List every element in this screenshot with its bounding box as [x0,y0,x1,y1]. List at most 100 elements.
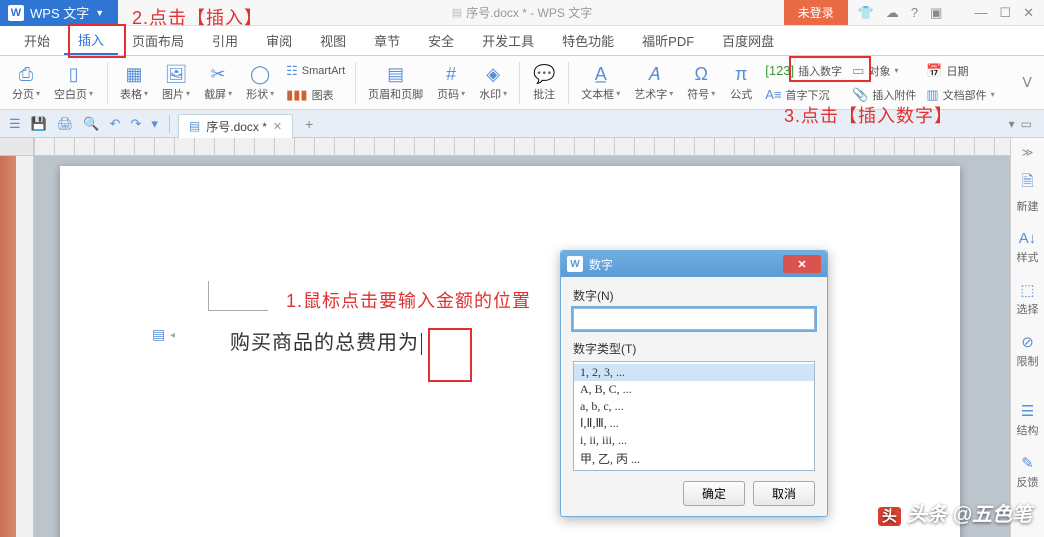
style-icon: A↓ [1019,230,1037,247]
app-name: WPS 文字 [30,3,89,22]
menu-view[interactable]: 视图 [306,25,360,55]
page-number-button[interactable]: #页码▾ [431,59,471,107]
number-input[interactable] [573,308,815,330]
list-item[interactable]: i, ii, iii, ... [574,432,814,449]
blank-page-button[interactable]: ▯空白页▾ [48,59,99,107]
login-button[interactable]: 未登录 [784,0,848,25]
picture-button[interactable]: 🖼图片▾ [156,59,196,107]
sidebar-structure[interactable]: ☰结构 [1011,394,1044,446]
qat-more-icon[interactable]: ▾ [148,116,161,132]
attachment-button[interactable]: 📎插入附件 [848,84,920,106]
restore-icon[interactable]: ▣ [930,5,942,21]
print-icon[interactable]: 🖨 [54,116,77,132]
attachment-icon: 📎 [852,87,868,103]
number-type-list[interactable]: 1, 2, 3, ... A, B, C, ... a, b, c, ... Ⅰ… [573,361,815,471]
save-icon[interactable]: 💾 [28,116,50,132]
watermark: 头头条 @五色笔 [878,498,1032,527]
maximize-button[interactable]: ☐ [999,5,1011,21]
menu-page-layout[interactable]: 页面布局 [118,25,198,55]
symbol-button[interactable]: Ω符号▾ [681,59,721,107]
page-break-button[interactable]: ⎙分页▾ [6,59,46,107]
drop-cap-icon: A≡ [765,87,781,102]
menu-baidu-disk[interactable]: 百度网盘 [708,25,788,55]
home-icon[interactable]: ☰ [6,116,24,132]
menu-review[interactable]: 审阅 [252,25,306,55]
list-item[interactable]: 甲, 乙, 丙 ... [574,449,814,468]
document-icon: ▤ [452,6,462,19]
menu-section[interactable]: 章节 [360,25,414,55]
watermark-button[interactable]: ◈水印▾ [473,59,513,107]
sidebar-feedback[interactable]: ✎反馈 [1011,446,1044,498]
comment-button[interactable]: 💬批注 [526,59,562,107]
list-item[interactable]: a, b, c, ... [574,398,814,415]
new-tab-button[interactable]: + [297,116,321,132]
document-text[interactable]: 购买商品的总费用为 [230,326,422,355]
smartart-icon: ☷ [286,63,298,79]
object-button[interactable]: ▭对象▾ [848,60,920,82]
app-menu-button[interactable]: W WPS 文字 ▼ [0,0,118,26]
insert-number-button[interactable]: [123]插入数字 [761,60,846,82]
collapse-ribbon-button[interactable]: ᐯ [1014,74,1040,91]
date-button[interactable]: 📅日期 [922,60,998,82]
number-dialog: W 数字 ✕ 数字(N) 数字类型(T) 1, 2, 3, ... A, B, … [560,250,828,517]
sidebar-select[interactable]: ⬚选择 [1011,273,1044,325]
menu-insert[interactable]: 插入 [64,25,118,55]
drop-cap-button[interactable]: A≡首字下沉 [761,84,846,106]
menu-references[interactable]: 引用 [198,25,252,55]
wordart-button[interactable]: 𝐴艺术字▾ [628,59,679,107]
header-footer-icon: ▤ [387,64,404,86]
minimize-button[interactable]: — [974,5,987,21]
list-item[interactable]: A, B, C, ... [574,381,814,398]
help-icon[interactable]: ? [911,5,918,21]
vertical-ruler[interactable] [16,156,34,537]
header-footer-button[interactable]: ▤页眉和页脚 [362,59,429,107]
paragraph-nav-icon[interactable]: ▤ [152,326,165,343]
tab-list-icon[interactable]: ▾ [1009,117,1015,131]
shape-button[interactable]: ◯形状▾ [240,59,280,107]
screenshot-icon: ✂ [211,64,226,86]
sidebar-new[interactable]: 🗎新建 [1011,163,1044,222]
margin-mark [208,281,268,311]
ok-button[interactable]: 确定 [683,481,745,506]
list-item[interactable]: Ⅰ,Ⅱ,Ⅲ, ... [574,415,814,432]
chart-icon: ▮▮▮ [286,87,307,103]
sidebar-style[interactable]: A↓样式 [1011,222,1044,273]
screenshot-button[interactable]: ✂截屏▾ [198,59,238,107]
close-tab-icon[interactable]: ✕ [273,120,282,133]
doc-parts-button[interactable]: ▥文档部件▾ [922,84,998,106]
new-icon: 🗎 [1021,171,1033,196]
dialog-close-button[interactable]: ✕ [783,255,821,273]
ruler-corner [0,138,34,155]
horizontal-ruler[interactable] [34,138,1044,155]
list-item[interactable]: 1, 2, 3, ... [574,364,814,381]
chart-button[interactable]: ▮▮▮图表 [282,84,349,106]
document-tab[interactable]: ▤ 序号.docx * ✕ [178,114,293,138]
shirt-icon[interactable]: 👕 [858,5,874,21]
undo-icon[interactable]: ↶ [107,116,124,132]
left-gutter [0,156,16,537]
object-icon: ▭ [852,63,864,79]
close-button[interactable]: ✕ [1023,5,1034,21]
equation-button[interactable]: π公式 [723,59,759,107]
smartart-button[interactable]: ☷SmartArt [282,60,349,82]
paragraph-mark-icon: ◂ [170,330,175,341]
table-button[interactable]: ▦表格▾ [114,59,154,107]
menu-start[interactable]: 开始 [10,25,64,55]
menu-devtools[interactable]: 开发工具 [468,25,548,55]
right-sidebar: ≫ 🗎新建 A↓样式 ⬚选择 ⊘限制 ☰结构 ✎反馈 [1010,138,1044,537]
sidebar-limit[interactable]: ⊘限制 [1011,325,1044,377]
window-split-icon[interactable]: ▭ [1021,117,1032,131]
wechat-icon[interactable]: ☁ [886,5,899,21]
menu-security[interactable]: 安全 [414,25,468,55]
redo-icon[interactable]: ↷ [127,116,144,132]
menu-foxit-pdf[interactable]: 福昕PDF [628,25,708,55]
menu-features[interactable]: 特色功能 [548,25,628,55]
ruler-row [0,138,1044,156]
sidebar-collapse-icon[interactable]: ≫ [1018,142,1038,163]
cancel-button[interactable]: 取消 [753,481,815,506]
dialog-app-icon: W [567,256,583,272]
text-box-button[interactable]: A̲文本框▾ [575,59,626,107]
preview-icon[interactable]: 🔍 [80,116,102,132]
doc-parts-icon: ▥ [926,87,938,103]
dialog-titlebar[interactable]: W 数字 ✕ [561,251,827,277]
